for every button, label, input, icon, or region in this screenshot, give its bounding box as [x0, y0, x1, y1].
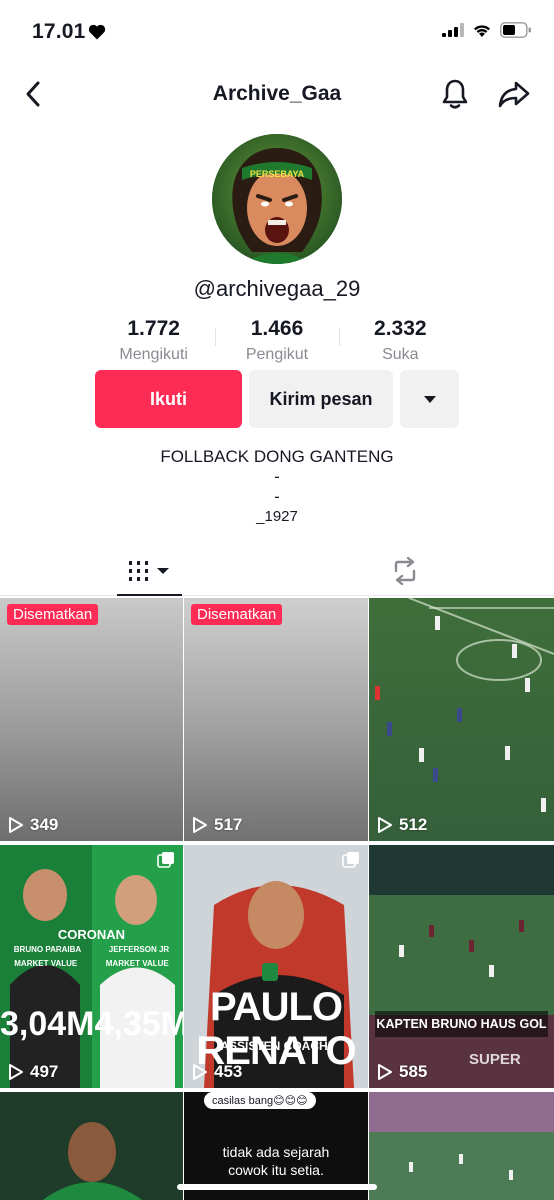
view-count-value: 453 [214, 1062, 243, 1081]
bio-line: - [274, 487, 280, 506]
thumbnail-line: MARKET VALUE [105, 959, 169, 968]
play-icon [193, 817, 207, 833]
view-count: 585 [377, 1062, 427, 1082]
status-indicators [442, 22, 532, 38]
view-count-value: 517 [214, 815, 243, 834]
wifi-icon [474, 24, 490, 37]
view-count: 349 [8, 815, 58, 835]
thumbnail-line: 4,35M [94, 1005, 184, 1043]
stat-followers[interactable]: 1.466 Pengikut [215, 316, 338, 370]
play-icon [378, 1064, 392, 1080]
thumbnail-text: ASSISTEN COACH! [220, 1039, 332, 1053]
notifications-button[interactable] [437, 76, 473, 112]
pinned-badge: Disematkan [191, 604, 283, 625]
comment-bubble: casilas bang😊😊😊 [204, 1092, 316, 1109]
bio-line: _1927 [256, 508, 298, 525]
follow-button[interactable]: Ikuti [95, 370, 242, 428]
view-count-value: 497 [30, 1062, 59, 1081]
play-icon [9, 817, 23, 833]
top-nav: Archive_Gaa [0, 66, 554, 122]
stat-following-value: 1.772 [127, 317, 180, 340]
bell-icon [442, 79, 468, 109]
thumbnail-text: PAULO RENATO [196, 985, 356, 1073]
thumbnail-text: KAPTEN BRUNO HAUS GOL [375, 1011, 548, 1037]
video-thumbnail [375, 598, 554, 812]
thumbnail-text: MARKET VALUE MARKET VALUE [0, 959, 183, 968]
share-icon [498, 81, 530, 108]
thumbnail-line: BRUNO PARAIBA [13, 945, 82, 954]
play-icon [9, 1064, 23, 1080]
comment-text: casilas bang😊😊😊 [212, 1095, 308, 1107]
play-icon [378, 817, 392, 833]
status-time: 17.01 [32, 20, 86, 43]
thumbnail-text: cowok itu setia. [228, 1162, 324, 1178]
pinned-badge: Disematkan [7, 604, 99, 625]
bio-line: - [274, 467, 280, 486]
video-tile[interactable]: CORONAN BRUNO PARAIBA JEFFERSON JR MARKE… [0, 845, 183, 1088]
profile-bio: FOLLBACK DONG GANTENG - - _1927 [0, 446, 554, 526]
stat-followers-value: 1.466 [250, 317, 304, 340]
profile-actions: Ikuti Kirim pesan [95, 370, 459, 428]
view-count: 512 [377, 815, 427, 835]
video-tile[interactable] [369, 1092, 554, 1200]
video-tile[interactable]: 512 [369, 598, 554, 841]
avatar-image: PERSEBAYA [212, 134, 342, 264]
video-tile[interactable]: Disematkan 349 [0, 598, 183, 841]
thumbnail-text: SUPER [469, 1051, 521, 1068]
stat-following-label: Mengikuti [119, 346, 188, 363]
view-count: 517 [192, 815, 242, 835]
thumbnail-line: CORONAN [57, 927, 126, 942]
avatar[interactable]: PERSEBAYA [212, 134, 342, 264]
video-grid: Disematkan 349 Disematkan 517 512 CORONA… [0, 598, 554, 1200]
video-tile[interactable]: Disematkan 517 [184, 598, 368, 841]
multi-photo-icon [342, 852, 359, 868]
battery-icon [500, 22, 531, 38]
view-count-value: 349 [30, 815, 59, 834]
thumbnail-text: CORONAN [0, 927, 183, 942]
content-tabs [0, 546, 554, 596]
avatar-headband-text: PERSEBAYA [250, 169, 305, 179]
video-tile[interactable]: PAULO RENATO ASSISTEN COACH! 453 [184, 845, 368, 1088]
signal-icon [442, 23, 464, 37]
play-icon [193, 1064, 207, 1080]
stat-likes-label: Suka [382, 346, 419, 363]
message-button[interactable]: Kirim pesan [249, 370, 393, 428]
tab-reposts[interactable] [372, 546, 437, 596]
tab-active-indicator [117, 594, 182, 596]
profile-stats: 1.772 Mengikuti 1.466 Pengikut 2.332 Suk… [92, 316, 462, 370]
profile-handle: @archivegaa_29 [193, 276, 361, 301]
thumbnail-line: JEFFERSON JR [108, 945, 170, 954]
video-tile[interactable]: KAPTEN BRUNO HAUS GOL SUPER 585 [369, 845, 554, 1088]
stat-followers-label: Pengikut [245, 346, 309, 363]
heart-icon [88, 24, 106, 40]
video-thumbnail [0, 1092, 183, 1200]
status-bar: 17.01 [0, 0, 554, 60]
stat-following[interactable]: 1.772 Mengikuti [92, 316, 215, 370]
stat-likes-value: 2.332 [374, 317, 427, 340]
repost-icon [394, 557, 415, 585]
video-tile[interactable] [0, 1092, 183, 1200]
bio-line: FOLLBACK DONG GANTENG [160, 447, 394, 466]
multi-photo-icon [157, 852, 174, 868]
tab-videos[interactable] [117, 546, 182, 596]
thumbnail-text: tidak ada sejarah [222, 1144, 330, 1160]
thumbnail-line: 3,04M [0, 1005, 95, 1043]
share-button[interactable] [495, 76, 533, 112]
thumbnail-text: 3,04M 4,35M [0, 1005, 183, 1044]
view-count-value: 585 [399, 1062, 428, 1081]
view-count: 453 [192, 1062, 242, 1082]
grid-icon [128, 561, 169, 581]
thumbnail-line: MARKET VALUE [14, 959, 78, 968]
video-thumbnail [369, 1092, 554, 1200]
home-indicator[interactable] [177, 1184, 377, 1190]
view-count: 497 [8, 1062, 58, 1082]
view-count-value: 512 [399, 815, 428, 834]
chevron-down-icon [423, 395, 436, 403]
suggested-accounts-button[interactable] [400, 370, 459, 428]
stat-likes[interactable]: 2.332 Suka [338, 316, 462, 370]
thumbnail-text: BRUNO PARAIBA JEFFERSON JR [0, 945, 183, 954]
